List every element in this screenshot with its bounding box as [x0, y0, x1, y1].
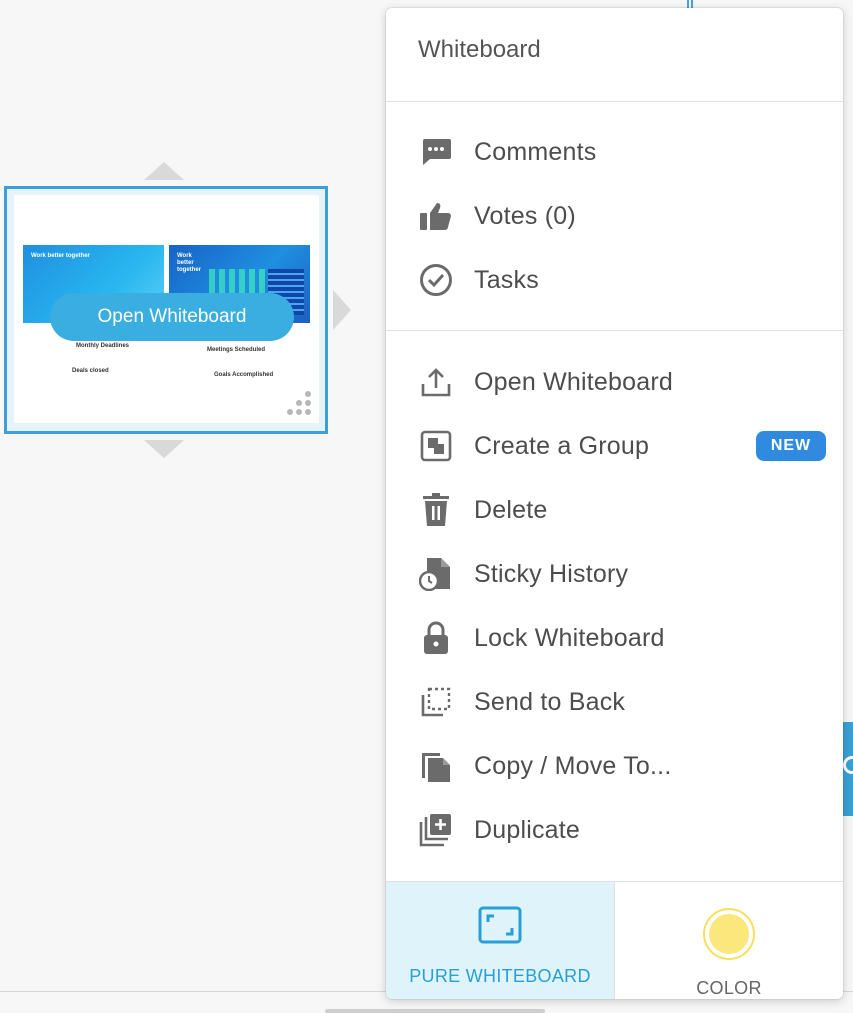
widget-dot-icon	[843, 756, 853, 774]
slide-title: Work better together	[177, 253, 201, 273]
menu-item-copy-move[interactable]: Copy / Move To...	[386, 734, 843, 798]
pure-whiteboard-button[interactable]: PURE WHITEBOARD	[386, 882, 615, 999]
horizontal-scrollbar[interactable]	[325, 1009, 545, 1013]
preview-label: Meetings Scheduled	[207, 347, 266, 353]
history-icon	[418, 556, 454, 592]
whiteboard-preview: Work better together Work better togethe…	[14, 195, 319, 423]
preview-label: Deals closed	[72, 368, 109, 374]
comment-icon	[418, 134, 454, 170]
menu-section-collab: Comments Votes (0) Tasks	[386, 102, 843, 331]
thumbs-up-icon	[418, 198, 454, 234]
menu-item-tasks[interactable]: Tasks	[386, 248, 843, 312]
menu-item-label: Send to Back	[474, 687, 626, 716]
menu-footer: PURE WHITEBOARD COLOR	[386, 882, 843, 999]
menu-item-lock-whiteboard[interactable]: Lock Whiteboard	[386, 606, 843, 670]
menu-item-sticky-history[interactable]: Sticky History	[386, 542, 843, 606]
menu-item-send-to-back[interactable]: Send to Back	[386, 670, 843, 734]
menu-item-label: Delete	[474, 495, 548, 524]
pure-whiteboard-label: PURE WHITEBOARD	[409, 966, 591, 986]
whiteboard-grid-dots-icon	[287, 391, 311, 415]
color-label: COLOR	[696, 978, 762, 998]
color-button[interactable]: COLOR	[615, 882, 843, 999]
menu-item-open-whiteboard[interactable]: Open Whiteboard	[386, 350, 843, 414]
check-circle-icon	[418, 262, 454, 298]
menu-item-label: Copy / Move To...	[474, 751, 672, 780]
lock-icon	[418, 620, 454, 656]
connector-line	[687, 0, 693, 8]
preview-label: Goals Accomplished	[214, 372, 274, 378]
menu-item-label: Lock Whiteboard	[474, 623, 665, 652]
trash-icon	[418, 492, 454, 528]
resize-down-arrow-icon[interactable]	[144, 440, 184, 458]
menu-item-delete[interactable]: Delete	[386, 478, 843, 542]
menu-item-label: Sticky History	[474, 559, 629, 588]
menu-item-create-group[interactable]: Create a Group NEW	[386, 414, 843, 478]
group-icon	[418, 428, 454, 464]
copy-icon	[418, 748, 454, 784]
open-whiteboard-button[interactable]: Open Whiteboard	[50, 293, 294, 341]
menu-item-label: Tasks	[474, 265, 539, 294]
resize-up-arrow-icon[interactable]	[144, 162, 184, 180]
menu-item-duplicate[interactable]: Duplicate	[386, 798, 843, 862]
context-menu: Whiteboard Comments Votes (0) Tasks Open…	[386, 8, 843, 999]
menu-title: Whiteboard	[386, 8, 843, 102]
menu-item-label: Comments	[474, 137, 597, 166]
menu-section-actions: Open Whiteboard Create a Group NEW Delet…	[386, 331, 843, 882]
slide-title: Work better together	[31, 253, 90, 259]
preview-label: Monthly Deadlines	[76, 343, 130, 349]
send-back-icon	[418, 684, 454, 720]
menu-item-label: Open Whiteboard	[474, 367, 673, 396]
menu-item-comments[interactable]: Comments	[386, 120, 843, 184]
new-badge: NEW	[756, 431, 826, 461]
upload-icon	[418, 364, 454, 400]
resize-right-arrow-icon[interactable]	[333, 290, 351, 330]
color-swatch-icon	[705, 910, 753, 958]
duplicate-icon	[418, 812, 454, 848]
menu-item-label: Votes (0)	[474, 201, 576, 230]
fullscreen-frame-icon	[478, 906, 522, 944]
whiteboard-card[interactable]: Work better together Work better togethe…	[4, 186, 328, 434]
menu-item-label: Create a Group	[474, 431, 650, 460]
menu-item-label: Duplicate	[474, 815, 581, 844]
menu-item-votes[interactable]: Votes (0)	[386, 184, 843, 248]
